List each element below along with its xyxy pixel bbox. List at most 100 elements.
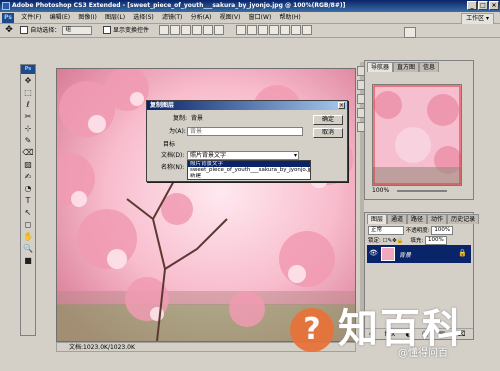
layer-blend-row: 正常 不透明度: 100%	[365, 224, 473, 235]
layer-lock-row: 锁定: ☐✎✥🔒 填充: 100%	[365, 235, 473, 245]
marquee-tool-icon[interactable]: ⬚	[22, 87, 34, 98]
lasso-tool-icon[interactable]: ℓ	[22, 99, 34, 110]
document-dropdown[interactable]: 照片背景文字 ▾	[187, 151, 299, 160]
shape-tool-icon[interactable]: ◻	[22, 219, 34, 230]
brushes-palette-icon[interactable]	[404, 27, 416, 38]
distribute-right-icon[interactable]	[290, 25, 301, 35]
zoom-tool-icon[interactable]: 🔍	[22, 243, 34, 254]
path-select-tool-icon[interactable]: ↖	[22, 207, 34, 218]
navigator-preview	[373, 85, 461, 185]
menu-help[interactable]: 帮助(H)	[277, 12, 304, 24]
pen-tool-icon[interactable]: ✍	[22, 171, 34, 182]
distribute-left-icon[interactable]	[268, 25, 279, 35]
tab-layers[interactable]: 图层	[367, 214, 388, 224]
minimize-button[interactable]: _	[467, 1, 477, 10]
tab-histogram[interactable]: 直方图	[393, 62, 420, 72]
menu-edit[interactable]: 编辑(E)	[47, 12, 73, 24]
watermark-logo-icon: ?	[290, 308, 334, 352]
show-transform-label: 显示变换控件	[112, 27, 149, 34]
distribute-bottom-icon[interactable]	[257, 25, 268, 35]
crop-tool-icon[interactable]: ✂	[22, 111, 34, 122]
brush-tool-icon[interactable]: ✎	[22, 135, 34, 146]
layer-name: 背景	[399, 252, 412, 259]
align-center-icon[interactable]	[203, 25, 214, 35]
color-swatch-icon[interactable]: ■	[22, 255, 34, 266]
menu-layer[interactable]: 图层(L)	[102, 12, 128, 24]
duplicate-layer-dialog: 复制图层 × 复制: 背景 为(A): 背景 目标 文档(D): 照片背景文字 …	[146, 100, 348, 182]
align-bottom-icon[interactable]	[181, 25, 192, 35]
dropdown-option-new[interactable]: 新建	[188, 173, 310, 179]
ok-button[interactable]: 确定	[313, 115, 343, 125]
navigator-zoom-bar: 100%	[364, 186, 472, 196]
healing-tool-icon[interactable]: ⊹	[22, 123, 34, 134]
menu-filter[interactable]: 滤镜(T)	[159, 12, 185, 24]
chevron-down-icon[interactable]: ▾	[294, 152, 297, 159]
navigator-zoom-value[interactable]: 100%	[372, 187, 389, 194]
tab-actions[interactable]: 动作	[427, 214, 448, 224]
menu-select[interactable]: 选择(S)	[130, 12, 157, 24]
layers-tabs: 图层 通道 路径 动作 历史记录	[365, 213, 480, 224]
ps-logo: Ps	[2, 13, 14, 23]
tab-paths[interactable]: 路径	[407, 214, 428, 224]
dropdown-option-sakura-file[interactable]: sweet_piece_of_youth___sakura_by_jyonjo.…	[188, 167, 310, 173]
photoshop-app-icon	[2, 2, 10, 10]
as-label: 为(A):	[169, 128, 186, 135]
type-tool-icon[interactable]: T	[22, 195, 34, 206]
auto-select-label: 自动选择：	[30, 27, 61, 34]
toolbox-ps-badge: Ps	[21, 65, 35, 74]
copy-label: 复制:	[173, 115, 188, 122]
align-right-icon[interactable]	[214, 25, 225, 35]
fill-label: 填充:	[410, 238, 424, 244]
distribute-center-icon[interactable]	[279, 25, 290, 35]
auto-select-dropdown[interactable]: 组	[62, 25, 93, 35]
align-left-icon[interactable]	[192, 25, 203, 35]
window-title: Adobe Photoshop CS3 Extended - [sweet_pi…	[12, 2, 346, 9]
move-tool-icon[interactable]: ✥	[0, 24, 18, 36]
cancel-button[interactable]: 取消	[313, 128, 343, 138]
maximize-button[interactable]: □	[478, 1, 488, 10]
dodge-tool-icon[interactable]: ◔	[22, 183, 34, 194]
layer-row-background[interactable]: 👁 背景 🔒	[367, 245, 471, 263]
align-middle-icon[interactable]	[170, 25, 181, 35]
distribute-middle-icon[interactable]	[246, 25, 257, 35]
document-label: 文档(D):	[161, 152, 185, 159]
navigator-thumbnail[interactable]	[372, 84, 462, 186]
opacity-input[interactable]: 100%	[431, 226, 454, 235]
title-bar: Adobe Photoshop CS3 Extended - [sweet_pi…	[0, 0, 500, 12]
lock-label: 锁定:	[368, 238, 381, 244]
hand-tool-icon[interactable]: ✋	[22, 231, 34, 242]
auto-select-checkbox[interactable]	[20, 26, 29, 34]
menu-image[interactable]: 图像(I)	[75, 12, 99, 24]
dialog-close-button[interactable]: ×	[338, 102, 345, 109]
eraser-tool-icon[interactable]: ⌫	[22, 147, 34, 158]
close-button[interactable]: ×	[489, 1, 499, 10]
menu-window[interactable]: 窗口(W)	[246, 12, 275, 24]
menu-analysis[interactable]: 分析(A)	[188, 12, 215, 24]
options-bar: ✥ 自动选择： 组 显示变换控件	[0, 24, 500, 38]
auto-align-icon[interactable]	[301, 25, 312, 35]
menu-file[interactable]: 文件(F)	[18, 12, 44, 24]
move-tool-icon[interactable]: ✥	[22, 75, 34, 86]
toolbox: Ps ✥ ⬚ ℓ ✂ ⊹ ✎ ⌫ ▨ ✍ ◔ T ↖ ◻ ✋ 🔍 ■	[20, 64, 36, 336]
as-name-input[interactable]: 背景	[187, 127, 303, 136]
align-top-icon[interactable]	[159, 25, 170, 35]
zoom-slider[interactable]	[397, 189, 448, 192]
show-transform-checkbox[interactable]	[102, 26, 111, 34]
lock-icons[interactable]: ☐✎✥🔒	[383, 237, 409, 245]
tab-history[interactable]: 历史记录	[447, 214, 480, 224]
fill-input[interactable]: 100%	[424, 236, 447, 245]
gradient-tool-icon[interactable]: ▨	[22, 159, 34, 170]
tab-info[interactable]: 信息	[419, 62, 440, 72]
distribute-top-icon[interactable]	[235, 25, 246, 35]
menu-bar: Ps 文件(F) 编辑(E) 图像(I) 图层(L) 选择(S) 滤镜(T) 分…	[0, 12, 500, 24]
menu-view[interactable]: 视图(V)	[217, 12, 244, 24]
eye-icon[interactable]: 👁	[369, 249, 378, 257]
name-label: 名称(N):	[161, 164, 185, 171]
document-dropdown-value: 照片背景文字	[190, 152, 227, 159]
doc-size-label: 文档:1023.0K/1023.0K	[69, 344, 135, 351]
tab-channels[interactable]: 通道	[387, 214, 408, 224]
navigator-tabs: 导航器 直方图 信息	[365, 61, 473, 72]
tab-navigator[interactable]: 导航器	[367, 62, 394, 72]
copy-value: 背景	[191, 115, 204, 122]
blend-mode-dropdown[interactable]: 正常	[368, 226, 404, 235]
